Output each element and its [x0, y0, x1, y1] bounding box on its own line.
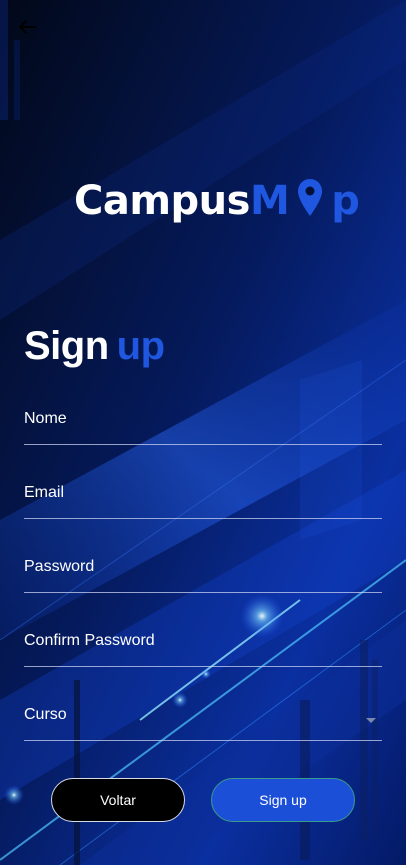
nome-field[interactable]: Nome: [24, 406, 382, 445]
logo-text-campus: Campus: [74, 178, 250, 224]
password-field[interactable]: Password: [24, 554, 382, 593]
campusmap-logo: Campus M p: [74, 176, 360, 226]
signup-button[interactable]: Sign up: [211, 778, 355, 822]
email-label: Email: [24, 484, 65, 501]
logo-text-m: M: [249, 178, 290, 224]
email-field[interactable]: Email: [24, 480, 382, 519]
dropdown-arrow-icon: [366, 718, 376, 723]
confirm-password-field[interactable]: Confirm Password: [24, 628, 382, 667]
map-pin-icon: [298, 179, 323, 216]
curso-label: Curso: [24, 706, 67, 723]
curso-dropdown[interactable]: Curso: [24, 702, 382, 741]
voltar-button[interactable]: Voltar: [51, 778, 185, 822]
page-title: Sign up: [24, 324, 165, 369]
confirm-password-label: Confirm Password: [24, 632, 155, 649]
logo-text-p: p: [331, 178, 360, 224]
title-up: up: [116, 324, 165, 368]
title-sign: Sign: [24, 324, 109, 368]
back-button[interactable]: [14, 16, 40, 38]
nome-label: Nome: [24, 410, 67, 427]
password-label: Password: [24, 558, 95, 575]
arrow-left-icon: [19, 20, 36, 34]
